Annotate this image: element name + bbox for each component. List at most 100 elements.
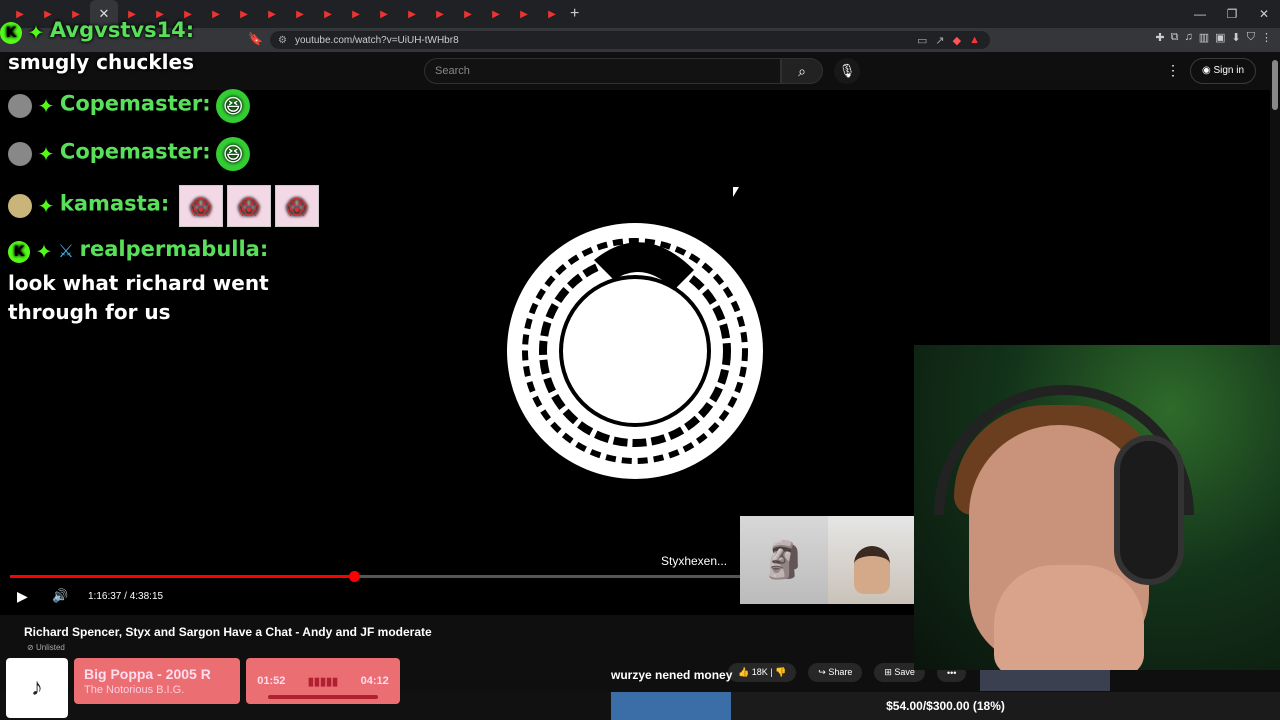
youtube-favicon-icon: ▶ [548, 8, 556, 20]
cast-icon[interactable]: ▭ [917, 34, 927, 47]
stream-chat-overlay: K ✦ Avgvstvs14: smugly chuckles ✦ Copema… [0, 18, 340, 327]
scream-emote-icon: 😱 [178, 185, 223, 227]
omnibox[interactable]: ⚙ youtube.com/watch?v=UiUH-tWHbr8 ▭ ↗ ◆ … [270, 31, 990, 49]
shield-icon[interactable]: ⛉ [1247, 31, 1255, 44]
visibility-label: Unlisted [35, 643, 65, 652]
streamer-webcam [914, 345, 1280, 670]
visibility-badge: ⊘ Unlisted [27, 643, 65, 652]
search-icon: ⌕ [798, 63, 806, 79]
song-artist: The Notorious B.I.G. [84, 684, 185, 696]
scream-emote-icon: 😱 [274, 185, 319, 227]
share-button[interactable]: ↪ Share [808, 663, 863, 682]
browser-tab[interactable]: ▶ [370, 0, 398, 28]
browser-tab[interactable]: ▶ [510, 0, 538, 28]
search-input[interactable]: Search [424, 58, 781, 84]
equalizer-icon: ▮▮▮▮▮ [307, 675, 339, 688]
donation-message: wurzye nened money [611, 668, 733, 682]
sword-badge-icon: ⚔ [57, 241, 75, 262]
unlisted-icon: ⊘ [27, 643, 36, 652]
close-icon[interactable]: ✕ [1248, 0, 1280, 28]
album-cover-image: ♪ [6, 658, 68, 718]
save-icon: ⊞ [884, 667, 895, 677]
new-tab-icon[interactable]: + [570, 5, 579, 23]
youtube-favicon-icon: ▶ [492, 8, 500, 20]
browser-tab[interactable]: ▶ [454, 0, 482, 28]
song-elapsed: 01:52 [257, 675, 286, 687]
omnibox-actions: ▭ ↗ ◆ ▲ [917, 34, 980, 47]
browser-tab[interactable]: ▶ [398, 0, 426, 28]
laugh-emote-icon: 😆 [216, 137, 251, 171]
minimize-icon[interactable]: — [1184, 0, 1216, 28]
gem-badge-icon: ✦ [35, 239, 53, 264]
puzzle-icon[interactable]: ✚ [1155, 31, 1164, 44]
progress-fill [10, 575, 354, 578]
song-title: Big Poppa - 2005 R [84, 666, 211, 682]
gem-badge-icon: ✦ [37, 194, 55, 218]
page-scrollbar[interactable] [1272, 60, 1278, 110]
play-icon[interactable]: ▶ [17, 588, 28, 605]
current-time: 1:16:37 [88, 591, 122, 602]
user-avatar [8, 142, 32, 166]
download-icon[interactable]: ⬇ [1232, 31, 1241, 44]
user-avatar [8, 194, 32, 218]
browser-tab[interactable]: ▶ [538, 0, 566, 28]
media-icon[interactable]: ♫ [1184, 31, 1192, 44]
like-count: 18K [751, 667, 768, 677]
tab-search-icon[interactable]: ▣ [1215, 31, 1225, 44]
like-button[interactable]: 👍 18K | 👎 [728, 663, 797, 682]
youtube-favicon-icon: ▶ [408, 8, 416, 20]
time-display: 1:16:37 / 4:38:15 [88, 591, 164, 602]
menu-icon[interactable]: ⋮ [1261, 31, 1272, 44]
share-label: Share [828, 667, 853, 677]
share-page-icon[interactable]: ↗ [935, 34, 944, 47]
browser-tab[interactable]: ▶ [426, 0, 454, 28]
account-icon: ◉ [1201, 65, 1214, 76]
browser-tab[interactable]: ▶ [342, 0, 370, 28]
kick-badge-icon: K [8, 240, 30, 263]
now-playing-widget: Big Poppa - 2005 R The Notorious B.I.G. [74, 658, 240, 704]
voice-search-button[interactable]: 🎙 [834, 58, 860, 84]
chat-message: look what richard went through for us [8, 271, 269, 324]
restore-icon[interactable]: ❐ [1216, 0, 1248, 28]
chat-line: K ✦ Avgvstvs14: [0, 18, 340, 50]
youtube-favicon-icon: ▶ [520, 8, 528, 20]
kick-badge-icon: K [0, 21, 22, 44]
chat-username: kamasta: [59, 191, 170, 216]
chat-message: smugly chuckles [8, 50, 194, 74]
extension-red-icon[interactable]: ▲ [969, 34, 980, 47]
volume-icon[interactable]: 🔊 [52, 588, 68, 604]
user-avatar [8, 94, 32, 118]
thumbs-up-icon: 👍 [738, 667, 752, 677]
endcard-channel-label[interactable]: Styxhexen... [661, 554, 727, 568]
chat-username: Copemaster: [59, 91, 211, 116]
extension-brave-icon[interactable]: ◆ [953, 34, 961, 47]
gem-badge-icon: ✦ [27, 20, 45, 45]
endcard-thumbnail[interactable]: 🗿 [740, 516, 916, 604]
thumbs-down-icon[interactable]: 👎 [775, 667, 786, 677]
donation-goal-text: $54.00/$300.00 (18%) [886, 699, 1005, 713]
mic-icon: 🎙 [838, 63, 856, 78]
save-label: Save [894, 667, 915, 677]
sidepanel-icon[interactable]: ▥ [1199, 31, 1209, 44]
chat-line: ✦ Copemaster: 😆 [0, 77, 340, 131]
chat-username: realpermabulla: [79, 237, 269, 261]
youtube-favicon-icon: ▶ [380, 8, 388, 20]
chat-username: Copemaster: [59, 139, 211, 164]
chat-line: ✦ Copemaster: 😆 [0, 131, 340, 185]
sign-in-button[interactable]: ◉ Sign in [1190, 58, 1256, 84]
chat-line: K ✦ ⚔ realpermabulla: [0, 237, 340, 269]
person-image [828, 516, 916, 604]
screenshot-icon[interactable]: ⧉ [1171, 31, 1179, 44]
youtube-favicon-icon: ▶ [464, 8, 472, 20]
gem-badge-icon: ✦ [37, 142, 55, 166]
browser-tab[interactable]: ▶ [482, 0, 510, 28]
toolbar-extensions: ✚ ⧉ ♫ ▥ ▣ ⬇ ⛉ ⋮ [1155, 31, 1272, 44]
progress-scrubber[interactable] [348, 571, 360, 582]
settings-menu-icon[interactable]: ⋮ [1166, 62, 1180, 79]
share-icon: ↪ [818, 667, 829, 677]
youtube-favicon-icon: ▶ [436, 8, 444, 20]
statue-image: 🗿 [740, 516, 828, 604]
mouse-cursor [733, 187, 739, 197]
duration: 4:38:15 [129, 591, 164, 602]
search-button[interactable]: ⌕ [781, 58, 823, 84]
